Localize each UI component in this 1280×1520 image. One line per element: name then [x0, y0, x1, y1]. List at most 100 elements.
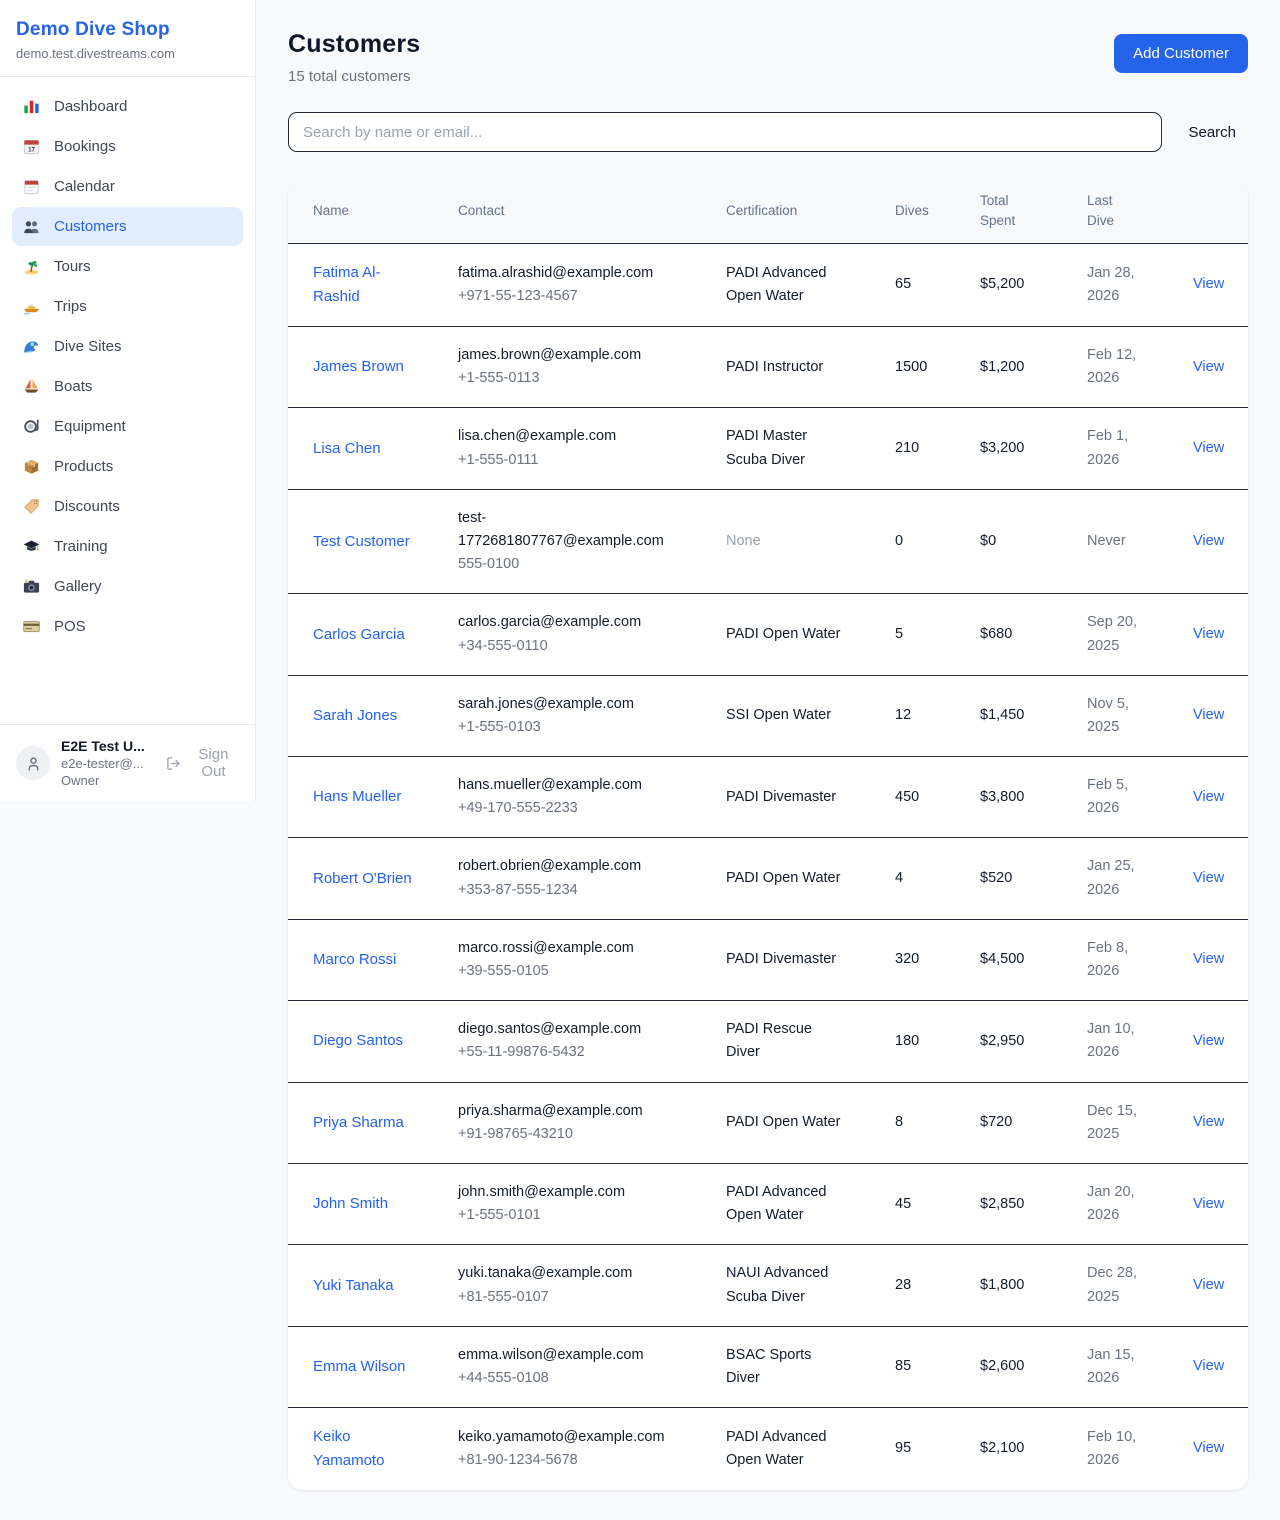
sidebar-item-discounts[interactable]: Discounts — [12, 487, 243, 526]
customer-last-dive: Feb 5, 2026 — [1087, 757, 1193, 837]
customer-certification: NAUI Advanced Scuba Diver — [726, 1245, 895, 1325]
gallery-icon — [22, 577, 41, 596]
sidebar-item-dashboard[interactable]: Dashboard — [12, 87, 243, 126]
customer-name-link[interactable]: Hans Mueller — [313, 768, 458, 826]
customer-dives: 12 — [895, 687, 980, 744]
customer-name-link[interactable]: Marco Rossi — [313, 931, 458, 989]
customer-total-spent: $680 — [980, 606, 1087, 663]
table-row: Keiko Yamamoto keiko.yamamoto@example.co… — [288, 1407, 1248, 1490]
table-row: Carlos Garcia carlos.garcia@example.com … — [288, 593, 1248, 674]
customer-phone: +91-98765-43210 — [458, 1123, 666, 1146]
customer-phone: +1-555-0113 — [458, 367, 666, 390]
customer-certification: PADI Rescue Diver — [726, 1001, 895, 1081]
view-link[interactable]: View — [1193, 626, 1224, 642]
customer-phone: +44-555-0108 — [458, 1367, 666, 1390]
customer-name-link[interactable]: Emma Wilson — [313, 1338, 458, 1396]
customer-phone: +81-555-0107 — [458, 1286, 666, 1309]
main-content: Customers 15 total customers Add Custome… — [256, 0, 1280, 1520]
add-customer-button[interactable]: Add Customer — [1114, 34, 1248, 73]
customer-email: keiko.yamamoto@example.com — [458, 1426, 666, 1449]
view-link[interactable]: View — [1193, 707, 1224, 723]
customer-phone: +1-555-0103 — [458, 716, 666, 739]
customer-name-link[interactable]: John Smith — [313, 1175, 458, 1233]
sidebar-item-trips[interactable]: Trips — [12, 287, 243, 326]
customer-contact: emma.wilson@example.com +44-555-0108 — [458, 1327, 726, 1407]
sidebar-item-calendar[interactable]: Calendar — [12, 167, 243, 206]
sidebar-item-products[interactable]: Products — [12, 447, 243, 486]
sign-out-button[interactable]: Sign Out — [166, 746, 239, 780]
search-input[interactable] — [288, 112, 1162, 152]
sidebar-item-label: Bookings — [54, 138, 116, 155]
customer-name-link[interactable]: Priya Sharma — [313, 1094, 458, 1152]
user-role: Owner — [61, 773, 153, 788]
customer-last-dive: Dec 15, 2025 — [1087, 1083, 1193, 1163]
customer-contact: lisa.chen@example.com +1-555-0111 — [458, 408, 726, 488]
customer-name-link[interactable]: Yuki Tanaka — [313, 1257, 458, 1315]
customer-name-link[interactable]: Carlos Garcia — [313, 606, 458, 664]
sidebar-nav: Dashboard 17 Bookings Calendar Customers… — [0, 77, 255, 724]
customer-dives: 85 — [895, 1338, 980, 1395]
sidebar-item-equipment[interactable]: Equipment — [12, 407, 243, 446]
sidebar-item-pos[interactable]: POS — [12, 607, 243, 646]
customer-contact: keiko.yamamoto@example.com +81-90-1234-5… — [458, 1409, 726, 1489]
view-link[interactable]: View — [1193, 533, 1224, 549]
sidebar-item-training[interactable]: Training — [12, 527, 243, 566]
view-link[interactable]: View — [1193, 789, 1224, 805]
customer-dives: 95 — [895, 1420, 980, 1477]
sidebar-item-boats[interactable]: Boats — [12, 367, 243, 406]
view-link[interactable]: View — [1193, 1196, 1224, 1212]
user-email: e2e-tester@... — [61, 756, 153, 771]
view-link[interactable]: View — [1193, 276, 1224, 292]
search-button[interactable]: Search — [1176, 116, 1248, 149]
customer-name-link[interactable]: Diego Santos — [313, 1012, 458, 1070]
view-link[interactable]: View — [1193, 951, 1224, 967]
sidebar-user-footer: E2E Test U... e2e-tester@... Owner Sign … — [0, 724, 255, 801]
customer-name-link[interactable]: Robert O'Brien — [313, 850, 458, 908]
user-name: E2E Test U... — [61, 738, 153, 754]
sidebar-item-label: Calendar — [54, 178, 115, 195]
view-link[interactable]: View — [1193, 359, 1224, 375]
customer-certification: PADI Master Scuba Diver — [726, 408, 895, 488]
sidebar-item-label: Discounts — [54, 498, 120, 515]
customer-name-link[interactable]: Test Customer — [313, 513, 458, 571]
customer-email: yuki.tanaka@example.com — [458, 1262, 666, 1285]
user-icon — [25, 755, 42, 772]
customer-name-link[interactable]: Keiko Yamamoto — [313, 1408, 458, 1490]
customer-name-link[interactable]: Lisa Chen — [313, 420, 458, 478]
sidebar-item-gallery[interactable]: Gallery — [12, 567, 243, 606]
customer-name-link[interactable]: Sarah Jones — [313, 687, 458, 745]
customer-last-dive: Feb 8, 2026 — [1087, 920, 1193, 1000]
customer-certification: PADI Instructor — [726, 339, 895, 396]
sidebar-item-dive-sites[interactable]: Dive Sites — [12, 327, 243, 366]
sidebar-item-customers[interactable]: Customers — [12, 207, 243, 246]
customer-phone: +1-555-0101 — [458, 1204, 666, 1227]
customer-dives: 8 — [895, 1094, 980, 1151]
sidebar-item-bookings[interactable]: 17 Bookings — [12, 127, 243, 166]
customer-dives: 65 — [895, 256, 980, 313]
view-link[interactable]: View — [1193, 1114, 1224, 1130]
customer-name-link[interactable]: Fatima Al-Rashid — [313, 244, 458, 326]
view-link[interactable]: View — [1193, 1033, 1224, 1049]
customer-contact: test-1772681807767@example.com 555-0100 — [458, 490, 726, 594]
customer-email: lisa.chen@example.com — [458, 425, 666, 448]
column-header-name: Name — [313, 179, 458, 243]
view-link[interactable]: View — [1193, 870, 1224, 886]
equipment-icon — [22, 417, 41, 436]
table-row: John Smith john.smith@example.com +1-555… — [288, 1163, 1248, 1244]
sidebar-item-tours[interactable]: Tours — [12, 247, 243, 286]
sidebar: Demo Dive Shop demo.test.divestreams.com… — [0, 0, 256, 801]
table-row: Sarah Jones sarah.jones@example.com +1-5… — [288, 675, 1248, 756]
customer-dives: 320 — [895, 931, 980, 988]
view-link[interactable]: View — [1193, 1358, 1224, 1374]
customer-email: john.smith@example.com — [458, 1181, 666, 1204]
customer-last-dive: Sep 20, 2025 — [1087, 594, 1193, 674]
customer-email: robert.obrien@example.com — [458, 855, 666, 878]
column-header-contact: Contact — [458, 179, 726, 243]
view-link[interactable]: View — [1193, 440, 1224, 456]
customer-name-link[interactable]: James Brown — [313, 338, 458, 396]
view-link[interactable]: View — [1193, 1440, 1224, 1456]
customer-certification: PADI Divemaster — [726, 769, 895, 826]
view-link[interactable]: View — [1193, 1277, 1224, 1293]
customer-total-spent: $0 — [980, 513, 1087, 570]
customer-phone: +1-555-0111 — [458, 449, 666, 472]
